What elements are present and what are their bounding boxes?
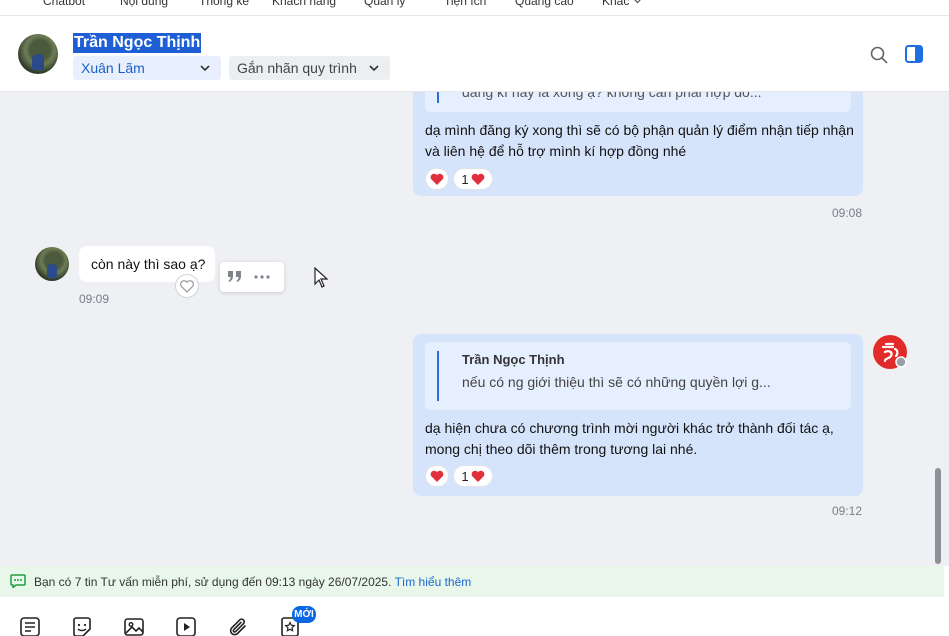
reaction-button[interactable] [425,465,449,487]
nav-item-stats[interactable]: Thống kê [199,0,249,8]
heart-outline-icon [180,279,194,293]
reaction-count: 1 [461,171,469,187]
quote-author: Trần Ngọc Thịnh [462,352,565,367]
outgoing-message[interactable]: đăng kí này là xong ạ? không cần phải hợ… [413,92,863,196]
notice-text: Bạn có 7 tin Tư vấn miễn phí, sử dụng đế… [34,575,471,589]
quote-text: nếu có ng giới thiệu thì sẽ có những quy… [462,374,771,390]
nav-item-content[interactable]: Nội dung [120,0,168,8]
chevron-down-icon [634,0,642,4]
quote-reply-icon[interactable] [227,270,243,284]
heart-icon [430,173,444,185]
quote-bar [437,92,439,103]
message-time: 09:08 [832,206,863,220]
nav-item-utilities[interactable]: Tiện ích [444,0,486,8]
message-text-line: dạ hiện chưa có chương trình mời người k… [425,420,834,436]
nav-item-manage[interactable]: Quản lý [364,0,405,8]
message-time: 09:09 [79,292,110,306]
message-text-line: và liên hệ để hỗ trợ mình kí hợp đồng nh… [425,143,687,159]
quoted-message[interactable]: Trần Ngọc Thịnh nếu có ng giới thiệu thì… [425,342,851,410]
chat-message-icon [10,574,26,588]
contact-name[interactable]: Trần Ngọc Thịnh [73,33,202,53]
heart-icon [430,470,444,482]
assignee-label: Xuân Lãm [81,60,145,76]
message-hover-actions [220,262,284,292]
outgoing-message[interactable]: Trần Ngọc Thịnh nếu có ng giới thiệu thì… [413,334,863,496]
heart-icon [471,173,484,185]
message-time: 09:12 [832,504,863,518]
attachment-icon[interactable] [227,616,249,636]
more-options-icon[interactable] [254,275,270,279]
sender-avatar[interactable] [35,247,69,281]
video-icon[interactable] [175,616,197,636]
notice-message: Bạn có 7 tin Tư vấn miễn phí, sử dụng đế… [34,575,392,589]
nav-item-ads[interactable]: Quảng cáo [515,0,574,8]
assignee-dropdown[interactable]: Xuân Lãm [73,56,221,80]
side-panel-icon[interactable] [904,44,924,64]
nav-item-customers[interactable]: Khách hàng [272,0,336,8]
new-badge: MỚI [292,606,316,623]
reaction-count: 1 [461,468,469,484]
reaction-count-badge[interactable]: 1 [453,168,493,190]
scrollbar-thumb[interactable] [935,468,941,564]
message-text-line: dạ mình đăng ký xong thì sẽ có bộ phận q… [425,122,854,138]
nav-item-chatbot[interactable]: Chatbot [43,0,85,8]
quote-bar [437,351,439,401]
quote-text: đăng kí này là xong ạ? không cần phải hợ… [462,92,762,100]
nav-item-more[interactable]: Khác [602,0,642,8]
conversation-header: Trần Ngọc Thịnh Xuân Lãm Gắn nhãn quy tr… [0,16,949,92]
process-tag-dropdown[interactable]: Gắn nhãn quy trình [229,56,390,80]
react-like-button[interactable] [175,274,199,298]
sticker-icon[interactable] [71,616,93,636]
brand-logo-icon [881,342,907,368]
reaction-count-badge[interactable]: 1 [453,465,493,487]
nav-item-more-label: Khác [602,0,630,8]
chevron-down-icon [369,65,379,72]
contact-avatar[interactable] [18,34,58,74]
page-avatar[interactable] [873,335,907,369]
message-list[interactable]: đăng kí này là xong ạ? không cần phải hợ… [0,92,949,566]
composer-toolbar [0,597,949,636]
chevron-down-icon [200,65,210,72]
heart-icon [471,470,484,482]
message-text-line: mong chị theo dõi thêm trong tương lai n… [425,441,698,457]
image-icon[interactable] [123,616,145,636]
mouse-cursor-icon [314,267,328,288]
quoted-message[interactable]: đăng kí này là xong ạ? không cần phải hợ… [425,92,851,112]
template-list-icon[interactable] [19,616,41,636]
free-consult-notice: Bạn có 7 tin Tư vấn miễn phí, sử dụng đế… [0,566,944,597]
process-tag-label: Gắn nhãn quy trình [237,60,357,76]
message-text: còn này thì sao ạ? [91,256,206,272]
top-nav: Chatbot Nội dung Thống kê Khách hàng Quả… [0,0,949,16]
learn-more-link[interactable]: Tìm hiểu thêm [395,575,472,589]
reaction-button[interactable] [425,168,449,190]
search-icon[interactable] [869,45,889,65]
